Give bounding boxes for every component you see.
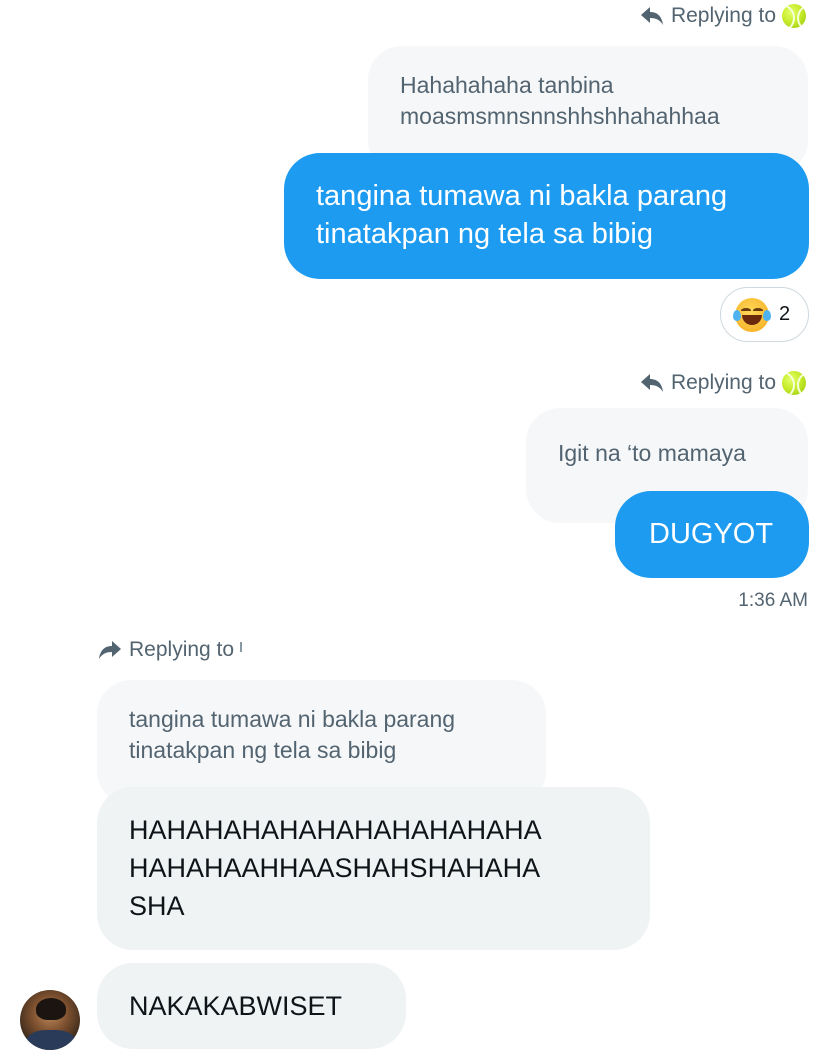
- message-timestamp: 1:36 AM: [738, 590, 808, 611]
- sent-message-text: tangina tumawa ni bakla parang tinatakpa…: [316, 180, 728, 250]
- quoted-message-text: Igit na ‘to mamaya: [558, 440, 746, 466]
- sender-avatar[interactable]: [20, 990, 80, 1050]
- replying-to-label: Replying to: [670, 371, 776, 394]
- replying-to-label: Replying to: [670, 4, 776, 27]
- tennis-ball-avatar-icon: [782, 4, 806, 28]
- truncated-mark: [240, 642, 243, 652]
- replying-to-row-2[interactable]: Replying to: [639, 371, 806, 395]
- sent-message-2[interactable]: DUGYOT: [615, 491, 809, 578]
- sent-message-1[interactable]: tangina tumawa ni bakla parang tinatakpa…: [284, 153, 809, 279]
- quoted-message-text: tangina tumawa ni bakla parang tinatakpa…: [129, 706, 456, 763]
- tennis-ball-avatar-icon: [782, 371, 806, 395]
- reaction-count: 2: [779, 303, 791, 325]
- face-with-tears-of-joy-icon: [733, 297, 771, 332]
- reply-arrow-icon: [640, 374, 663, 392]
- reaction-badge[interactable]: 2: [720, 287, 809, 342]
- reply-arrow-icon: [640, 7, 663, 25]
- received-message-2[interactable]: NAKAKABWISET: [97, 963, 406, 1049]
- replying-to-row-3[interactable]: Replying to: [97, 638, 243, 662]
- received-message-1[interactable]: HAHAHAHAHAHAHAHAHAHAHA HAHAHAAHHAASHAHSH…: [97, 787, 650, 950]
- sent-message-text: DUGYOT: [649, 518, 774, 550]
- replying-to-label: Replying to: [129, 638, 235, 661]
- replying-to-row-1[interactable]: Replying to: [639, 4, 806, 28]
- quoted-message-text: Hahahahaha tanbina moasmsmnsnnshhshhahah…: [400, 72, 720, 129]
- received-message-line: HAHAHAHAHAHAHAHAHAHAHA: [129, 815, 542, 845]
- received-message-line: HAHAHAAHHAASHAHSHAHAHA: [129, 853, 541, 883]
- forward-arrow-icon: [99, 641, 121, 659]
- received-message-text: NAKAKABWISET: [129, 991, 343, 1021]
- received-message-line: SHA: [129, 891, 185, 921]
